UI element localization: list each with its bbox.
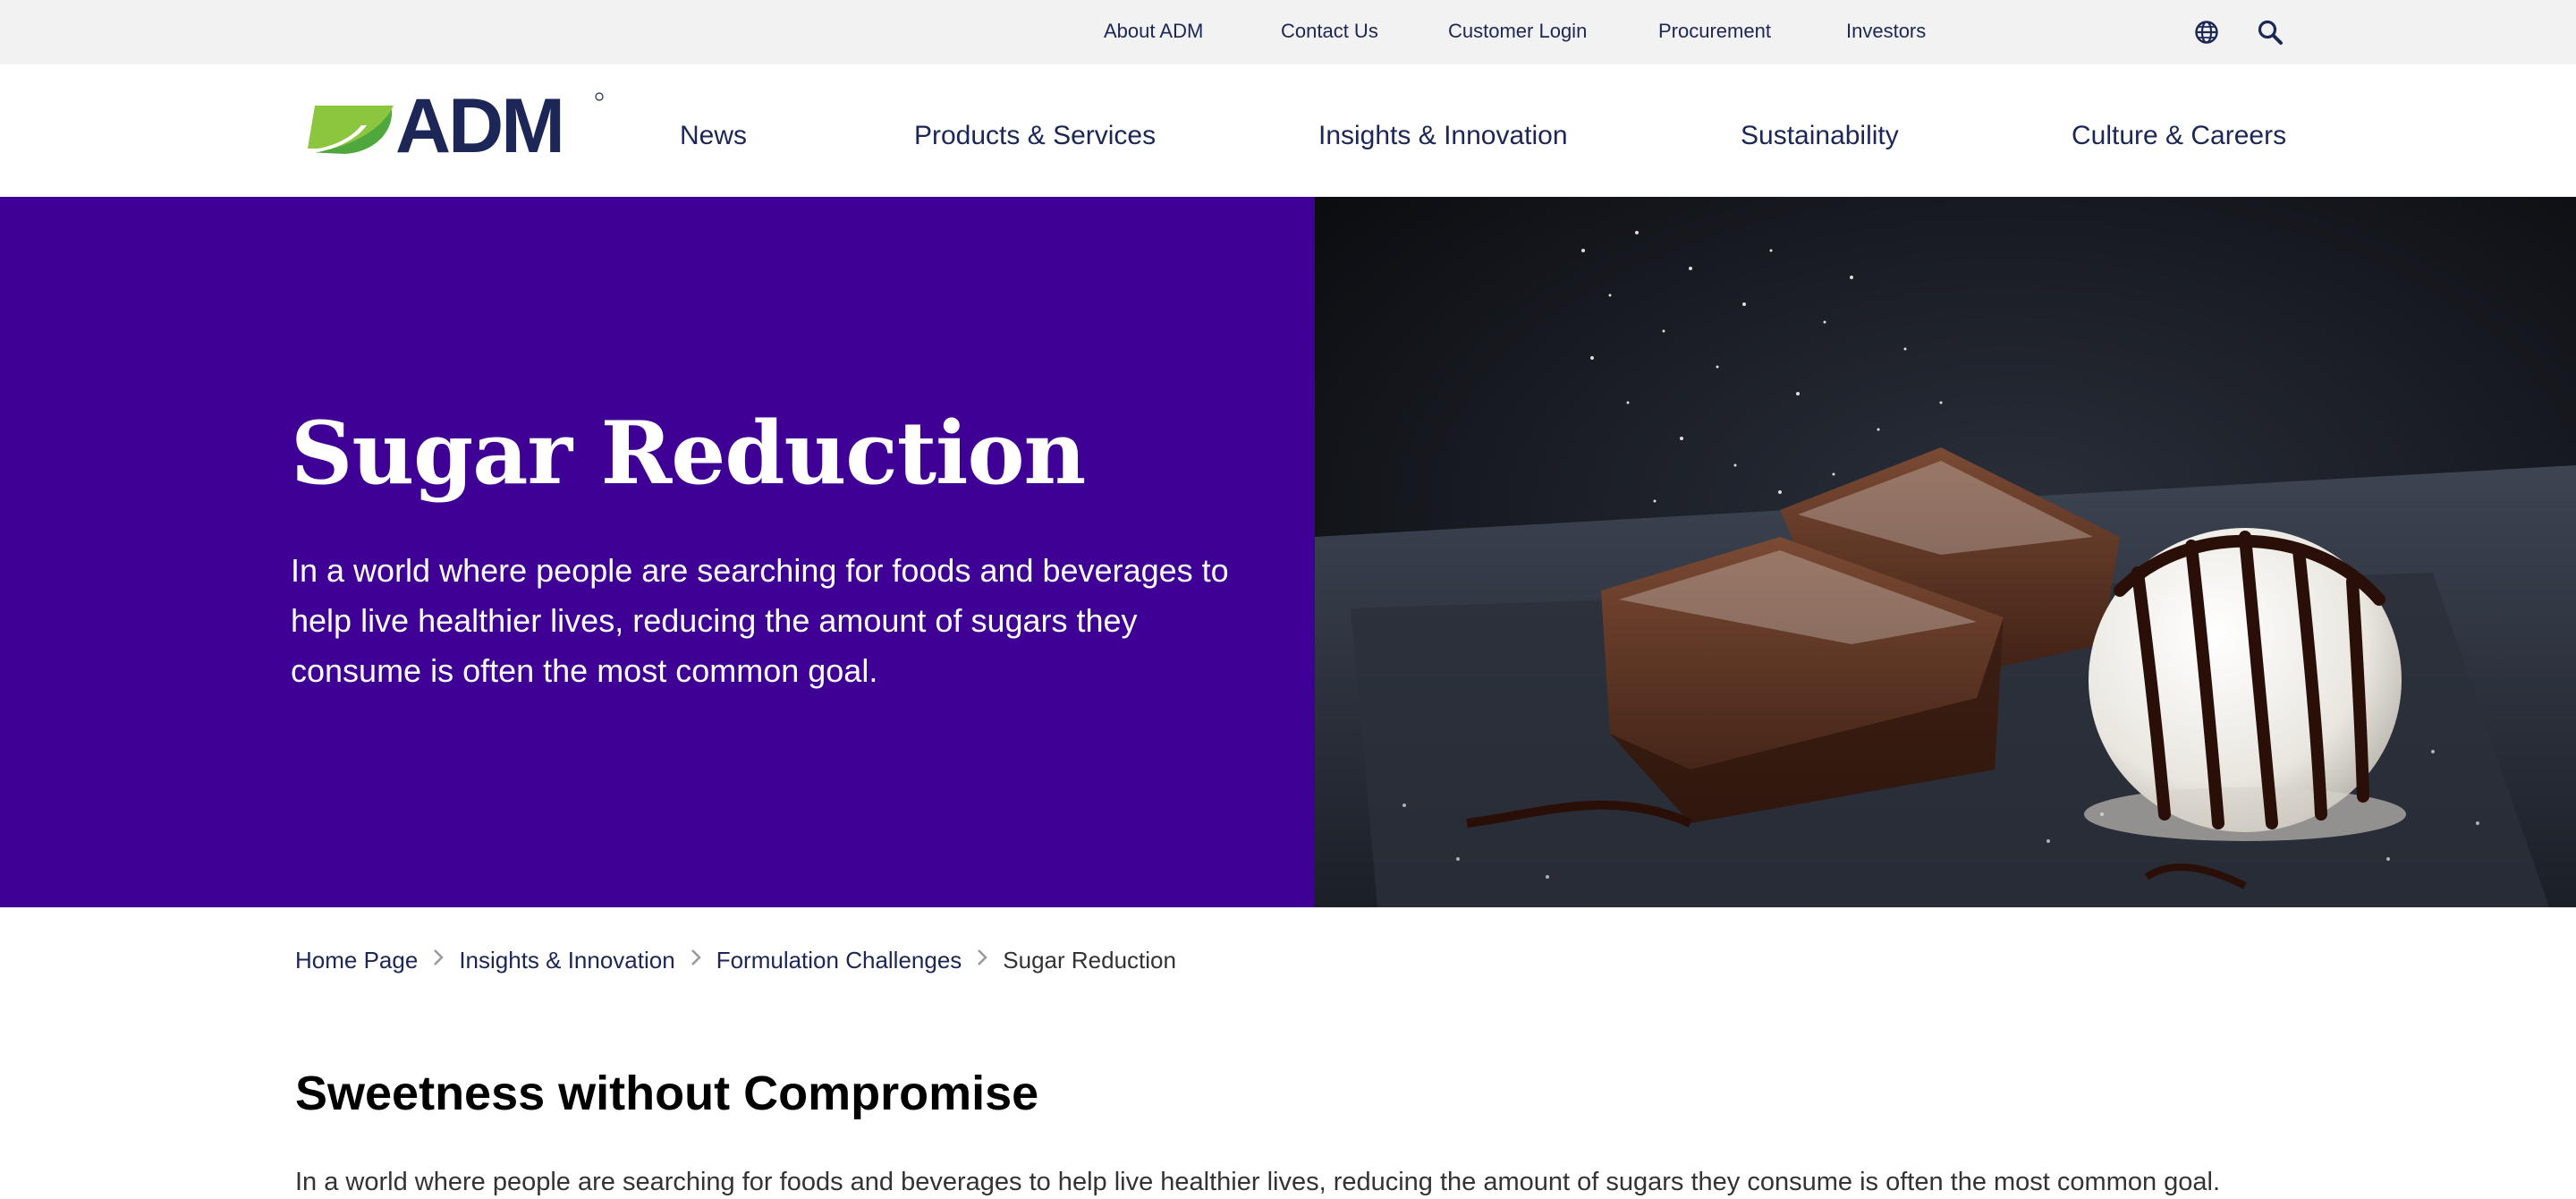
- util-link-procurement[interactable]: Procurement: [1658, 19, 1771, 44]
- breadcrumb: Home Page Insights & Innovation Formulat…: [295, 945, 1176, 975]
- svg-text:ADM: ADM: [395, 89, 563, 169]
- nav-news[interactable]: News: [680, 120, 747, 152]
- utility-bar: About ADM Contact Us Customer Login Proc…: [0, 0, 2576, 64]
- brownies-ice-cream-image: [1315, 197, 2576, 907]
- util-link-investors[interactable]: Investors: [1846, 19, 1926, 44]
- breadcrumb-insights[interactable]: Insights & Innovation: [459, 947, 674, 974]
- util-link-contact[interactable]: Contact Us: [1281, 19, 1378, 44]
- util-link-customer-login[interactable]: Customer Login: [1448, 19, 1587, 44]
- util-link-about[interactable]: About ADM: [1104, 19, 1203, 44]
- chevron-right-icon: [962, 948, 1003, 973]
- hero-text-panel: Sugar Reduction In a world where people …: [0, 197, 1315, 907]
- hero-image: [1315, 197, 2576, 907]
- hero-description: In a world where people are searching fo…: [291, 552, 1229, 689]
- search-icon[interactable]: [2256, 18, 2284, 47]
- nav-culture-careers[interactable]: Culture & Careers: [2072, 120, 2286, 152]
- hero-title: Sugar Reduction: [291, 403, 1086, 504]
- breadcrumb-formulation[interactable]: Formulation Challenges: [716, 947, 962, 974]
- nav-products-services[interactable]: Products & Services: [914, 120, 1156, 152]
- nav-insights-innovation[interactable]: Insights & Innovation: [1318, 120, 1568, 152]
- globe-icon[interactable]: [2192, 18, 2221, 47]
- chevron-right-icon: [418, 948, 459, 973]
- section-heading: Sweetness without Compromise: [295, 1067, 1039, 1120]
- hero-banner: Sugar Reduction In a world where people …: [0, 197, 2576, 907]
- nav-sustainability[interactable]: Sustainability: [1741, 120, 1899, 152]
- breadcrumb-home[interactable]: Home Page: [295, 947, 418, 974]
- chevron-right-icon: [675, 948, 716, 973]
- section-intro: In a world where people are searching fo…: [295, 1168, 2221, 1196]
- breadcrumb-current: Sugar Reduction: [1003, 946, 1176, 974]
- site-header: ADM News Products & Services Insights & …: [0, 64, 2576, 197]
- adm-logo[interactable]: ADM: [295, 89, 604, 170]
